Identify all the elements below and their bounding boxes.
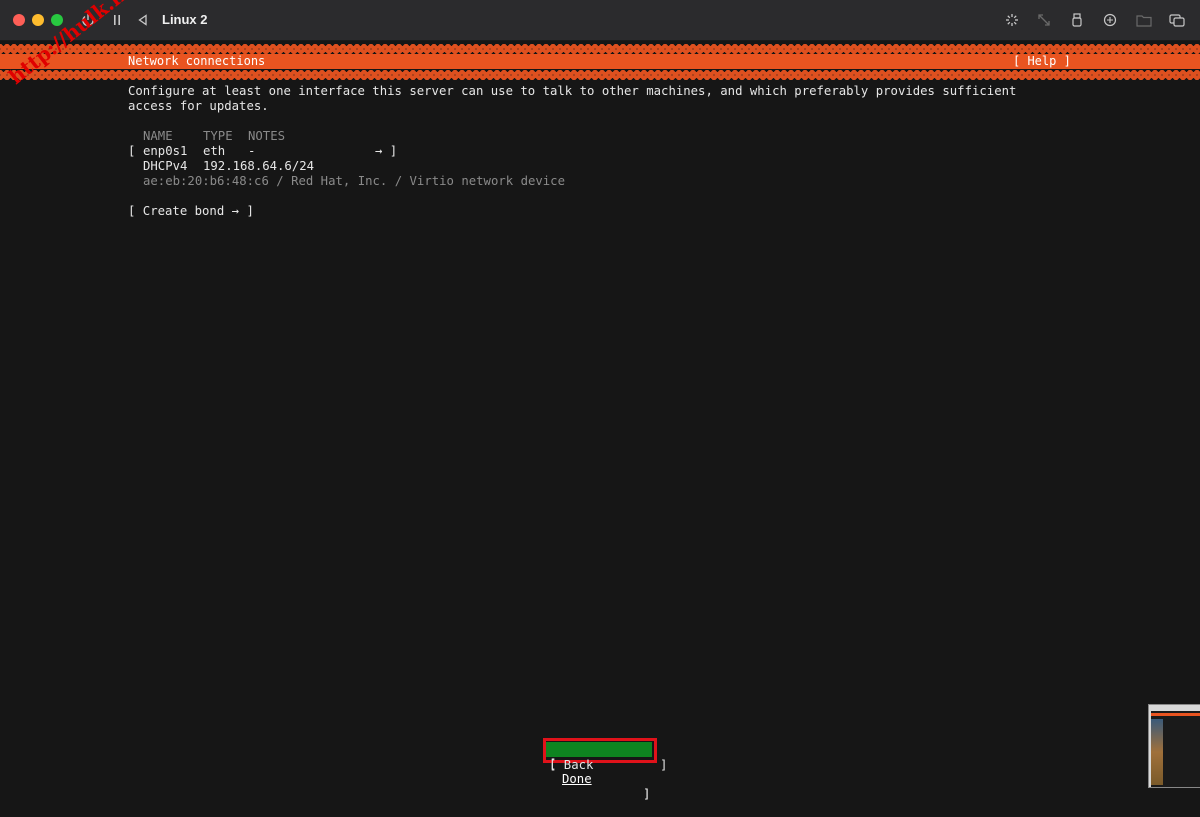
header-bar: Network connections [ Help ]	[0, 54, 1200, 69]
column-header-type: TYPE	[203, 129, 233, 143]
thumbnail-preview	[1151, 711, 1200, 787]
terminal-screen: Network connections [ Help ] Configure a…	[0, 41, 1200, 801]
header-decoration-bottom	[0, 70, 1200, 80]
interface-name: enp0s1	[143, 144, 188, 158]
help-button[interactable]: [ Help ]	[1013, 54, 1071, 69]
intro-text-line1: Configure at least one interface this se…	[128, 84, 1017, 98]
back-button[interactable]: [ Back ]	[549, 758, 667, 773]
thumbnail-header-bar	[1151, 713, 1200, 716]
page-title: Network connections	[128, 54, 266, 68]
close-window-button[interactable]	[13, 14, 25, 26]
intro-text-line2: access for updates.	[128, 99, 269, 113]
done-label: Done	[562, 772, 592, 786]
interface-details: ae:eb:20:b6:48:c6 / Red Hat, Inc. / Virt…	[143, 174, 565, 188]
back-icon[interactable]	[133, 10, 153, 30]
folder-icon[interactable]	[1134, 10, 1154, 30]
column-header-notes: NOTES	[248, 129, 286, 143]
interface-notes: -	[248, 144, 256, 158]
column-header-name: NAME	[143, 129, 173, 143]
resize-icon[interactable]	[1034, 10, 1054, 30]
thumbnail-wallpaper-strip	[1151, 719, 1163, 785]
minimize-window-button[interactable]	[32, 14, 44, 26]
network-share-icon[interactable]	[1100, 10, 1120, 30]
done-close-bracket: ]	[643, 787, 651, 801]
interface-menu-arrow[interactable]: → ]	[375, 144, 397, 159]
window-titlebar: Linux 2	[0, 0, 1200, 41]
window-title: Linux 2	[162, 12, 208, 27]
usb-icon[interactable]	[1067, 10, 1087, 30]
screenshot-thumbnail[interactable]	[1148, 704, 1200, 788]
brightness-icon[interactable]	[1002, 10, 1022, 30]
interface-type: eth	[203, 144, 226, 158]
create-bond-button[interactable]: [ Create bond → ]	[128, 204, 254, 219]
ip-address: 192.168.64.6/24	[203, 159, 315, 173]
interface-open-bracket: [	[128, 144, 136, 158]
header-decoration-top	[0, 44, 1200, 54]
windows-icon[interactable]	[1167, 10, 1187, 30]
dhcp-label: DHCPv4	[143, 159, 188, 173]
